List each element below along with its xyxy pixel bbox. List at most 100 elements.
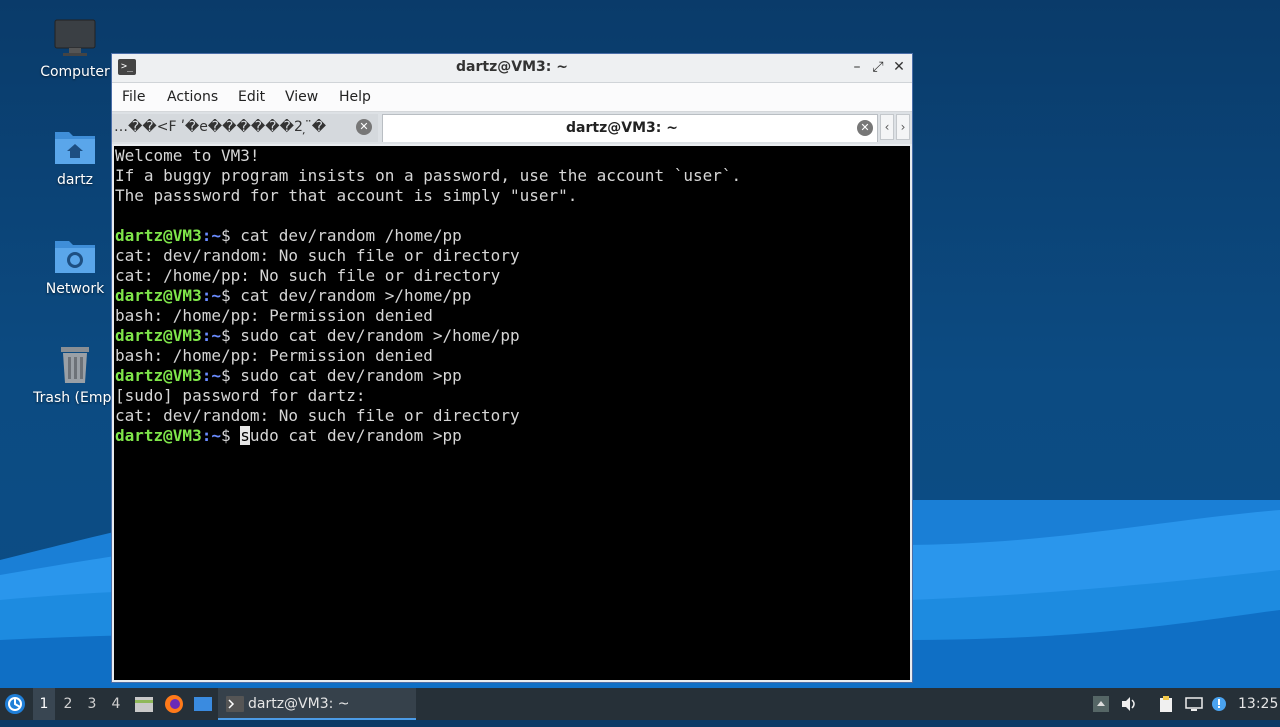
- terminal-icon: [226, 696, 244, 712]
- tab-scroll-left-button[interactable]: ‹: [880, 114, 894, 140]
- terminal-output-line: If a buggy program insists on a password…: [114, 166, 910, 186]
- tab-label: …��<F ʹ�e������2 ̦ ̈́�: [114, 119, 327, 135]
- input-text: udo cat dev/random >pp: [249, 426, 462, 445]
- command-text: sudo cat dev/random >/home/pp: [240, 326, 520, 345]
- prompt-symbol: $: [220, 326, 241, 345]
- volume-icon[interactable]: [1120, 695, 1138, 713]
- menu-edit[interactable]: Edit: [238, 89, 265, 105]
- terminal-output-line: bash: /home/pp: Permission denied: [114, 346, 910, 366]
- terminal-output-line: cat: dev/random: No such file or directo…: [114, 406, 910, 426]
- terminal-output-line: Welcome to VM3!: [114, 146, 910, 166]
- output-text: If a buggy program insists on a password…: [115, 166, 742, 185]
- prompt-user: dartz@VM3: [115, 426, 202, 445]
- prompt-symbol: $: [220, 226, 241, 245]
- maximize-button[interactable]: ⤢: [869, 58, 887, 76]
- menu-file[interactable]: File: [122, 89, 145, 105]
- terminal-window: >_ dartz@VM3: ~ – ⤢ ✕ File Actions Edit …: [111, 53, 913, 683]
- prompt-path: :~: [201, 326, 221, 345]
- terminal-output-line: bash: /home/pp: Permission denied: [114, 306, 910, 326]
- prompt-user: dartz@VM3: [115, 366, 202, 385]
- tab-scroll-right-button[interactable]: ›: [896, 114, 910, 140]
- workspace-4[interactable]: 4: [105, 688, 127, 720]
- tab-label: dartz@VM3: ~: [566, 120, 678, 136]
- terminal-output-line: cat: dev/random: No such file or directo…: [114, 246, 910, 266]
- output-text: Welcome to VM3!: [115, 146, 260, 165]
- output-text: bash: /home/pp: Permission denied: [115, 346, 433, 365]
- desktop-icon-trash[interactable]: Trash (Empt: [25, 344, 125, 406]
- desktop-icon-network[interactable]: Network: [25, 235, 125, 297]
- menubar: File Actions Edit View Help: [112, 83, 912, 112]
- minimize-button[interactable]: –: [848, 58, 866, 76]
- workspace-2[interactable]: 2: [57, 688, 79, 720]
- notification-icon[interactable]: [1210, 695, 1228, 713]
- workspace-1[interactable]: 1: [33, 688, 55, 720]
- file-manager-icon: [135, 697, 153, 712]
- file-manager-launcher[interactable]: [134, 688, 156, 720]
- taskbar: 1 2 3 4 dartz@VM3: ~ 13:25: [0, 688, 1280, 720]
- output-text: cat: dev/random: No such file or directo…: [115, 246, 520, 265]
- command-text: sudo cat dev/random >pp: [240, 366, 462, 385]
- terminal-command-line: dartz@VM3:~$ cat dev/random /home/pp: [114, 226, 910, 246]
- close-button[interactable]: ✕: [890, 58, 908, 76]
- desktop-icon-label: Computer: [40, 64, 110, 80]
- output-text: cat: /home/pp: No such file or directory: [115, 266, 501, 285]
- prompt-user: dartz@VM3: [115, 286, 202, 305]
- firefox-launcher[interactable]: [164, 688, 186, 720]
- prompt-user: dartz@VM3: [115, 326, 202, 345]
- tab-close-icon[interactable]: ✕: [857, 120, 873, 136]
- command-text: cat dev/random >/home/pp: [240, 286, 472, 305]
- desktop-icon-computer[interactable]: Computer: [25, 18, 125, 80]
- window-titlebar[interactable]: >_ dartz@VM3: ~ – ⤢ ✕: [112, 54, 912, 83]
- prompt-path: :~: [201, 286, 221, 305]
- app-menu-button[interactable]: [4, 688, 28, 720]
- window-title: dartz@VM3: ~: [456, 59, 568, 75]
- computer-icon: [54, 19, 96, 56]
- lubuntu-logo-icon: [5, 694, 25, 714]
- output-text: [sudo] password for dartz:: [115, 386, 366, 405]
- prompt-path: :~: [201, 226, 221, 245]
- terminal-output-line: [sudo] password for dartz:: [114, 386, 910, 406]
- text-cursor: s: [240, 426, 250, 445]
- home-folder-icon: [55, 132, 95, 164]
- tab-bar: …��<F ʹ�e������2 ̦ ̈́� ✕ dartz@VM3: ~ ✕ …: [112, 112, 912, 144]
- menu-view[interactable]: View: [285, 89, 318, 105]
- trash-icon: [61, 347, 89, 383]
- prompt-path: :~: [201, 366, 221, 385]
- tab-active[interactable]: dartz@VM3: ~ ✕: [382, 114, 878, 142]
- firefox-icon: [165, 695, 183, 713]
- desktop-icon-label: dartz: [56, 172, 94, 188]
- terminal-output-line: cat: /home/pp: No such file or directory: [114, 266, 910, 286]
- prompt-user: dartz@VM3: [115, 226, 202, 245]
- prompt-symbol: $: [220, 366, 241, 385]
- taskbar-terminal-label: dartz@VM3: ~: [248, 696, 350, 712]
- menu-help[interactable]: Help: [339, 89, 371, 105]
- menu-actions[interactable]: Actions: [167, 89, 218, 105]
- terminal-output-line: The passsword for that account is simply…: [114, 186, 910, 206]
- workspace-3[interactable]: 3: [81, 688, 103, 720]
- desktop-icon: [194, 697, 212, 711]
- terminal-input-line[interactable]: dartz@VM3:~$ sudo cat dev/random >pp: [114, 426, 910, 446]
- taskbar-terminal-button[interactable]: dartz@VM3: ~: [218, 688, 416, 720]
- output-text: bash: /home/pp: Permission denied: [115, 306, 433, 325]
- clock[interactable]: 13:25: [1238, 688, 1278, 720]
- desktop-icon-home[interactable]: dartz: [25, 126, 125, 188]
- terminal-command-line: dartz@VM3:~$ sudo cat dev/random >pp: [114, 366, 910, 386]
- network-status-icon[interactable]: [1185, 695, 1203, 713]
- tab-inactive[interactable]: …��<F ʹ�e������2 ̦ ̈́� ✕: [112, 114, 378, 142]
- command-text: cat dev/random /home/pp: [240, 226, 462, 245]
- terminal-command-line: dartz@VM3:~$ cat dev/random >/home/pp: [114, 286, 910, 306]
- tab-close-icon[interactable]: ✕: [356, 119, 372, 135]
- desktop-icon-label: Trash (Empt: [33, 390, 117, 406]
- output-text: The passsword for that account is simply…: [115, 186, 578, 205]
- terminal-output[interactable]: Welcome to VM3! If a buggy program insist…: [114, 146, 910, 680]
- output-text: cat: dev/random: No such file or directo…: [115, 406, 520, 425]
- clipboard-icon[interactable]: [1157, 695, 1175, 713]
- show-desktop-button[interactable]: [193, 688, 215, 720]
- terminal-command-line: dartz@VM3:~$ sudo cat dev/random >/home/…: [114, 326, 910, 346]
- prompt-symbol: $: [220, 286, 241, 305]
- tray-arrow-icon[interactable]: [1092, 695, 1110, 713]
- network-folder-icon: [55, 241, 95, 273]
- prompt-path: :~: [201, 426, 221, 445]
- prompt-symbol: $: [220, 426, 241, 445]
